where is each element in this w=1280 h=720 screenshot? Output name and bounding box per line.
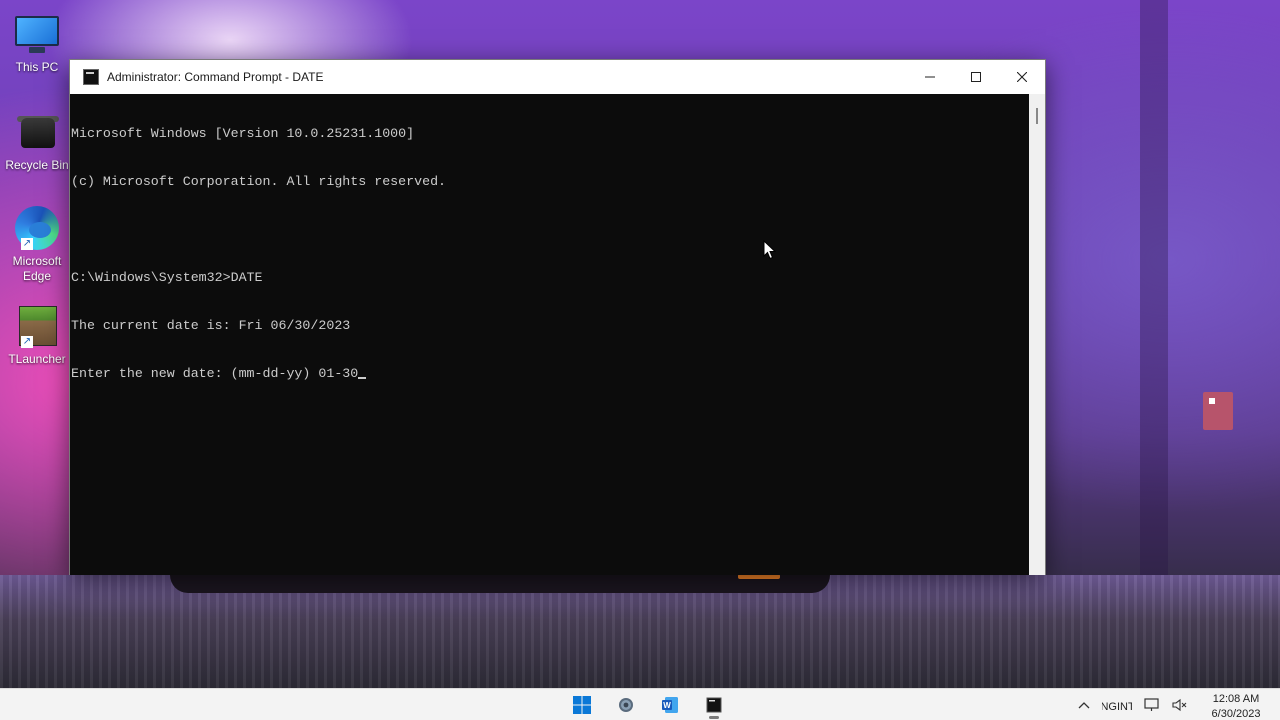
desktop-icon-tlauncher[interactable]: ↗ TLauncher: [4, 302, 70, 367]
desktop-icon-this-pc[interactable]: This PC: [4, 10, 70, 75]
command-prompt-window[interactable]: Administrator: Command Prompt - DATE Mic…: [69, 59, 1046, 575]
wallpaper-beam: [1140, 0, 1168, 575]
taskbar-word-button[interactable]: W: [648, 689, 692, 720]
recycle-bin-icon: [13, 108, 61, 156]
console-line: C:\Windows\System32>DATE: [71, 270, 263, 285]
desktop-icon-label: TLauncher: [8, 352, 66, 366]
tlauncher-icon: ↗: [13, 302, 61, 350]
console-line: (c) Microsoft Corporation. All rights re…: [71, 174, 447, 189]
maximize-icon: [971, 72, 981, 82]
clock-time: 12:08 AM: [1212, 693, 1260, 705]
taskbar-settings-button[interactable]: [604, 689, 648, 720]
show-hidden-icons-button[interactable]: [1078, 701, 1090, 709]
desktop-icon-label: This PC: [15, 60, 59, 74]
wallpaper-car: [170, 575, 830, 593]
this-pc-icon: [13, 10, 61, 58]
volume-button[interactable]: [1172, 698, 1188, 712]
taskbar-clock[interactable]: 12:08 AM 6/30/2023: [1200, 690, 1272, 720]
word-icon: W: [662, 697, 678, 713]
network-icon: [1144, 698, 1159, 711]
console-prompt-text: Enter the new date: (mm-dd-yy) 01-30: [71, 366, 359, 381]
scrollbar-thumb[interactable]: [1036, 108, 1038, 124]
mouse-pointer-icon: [763, 240, 777, 260]
edge-icon: ↗: [13, 204, 61, 252]
close-icon: [1017, 72, 1027, 82]
network-status-button[interactable]: [1144, 698, 1160, 712]
console-input-line[interactable]: Enter the new date: (mm-dd-yy) 01-30: [71, 366, 1030, 382]
vertical-scrollbar[interactable]: [1029, 94, 1045, 575]
taskbar-apps: W: [560, 689, 736, 720]
wallpaper-fire-alarm: [1203, 392, 1233, 430]
window-titlebar[interactable]: Administrator: Command Prompt - DATE: [70, 60, 1045, 94]
minimize-icon: [925, 76, 935, 78]
language-code: ENG: [1102, 700, 1117, 713]
windows-start-icon: [573, 696, 591, 714]
command-prompt-icon: [706, 697, 722, 713]
desktop-icon-edge[interactable]: ↗ Microsoft Edge: [4, 204, 70, 284]
minimize-button[interactable]: [907, 60, 953, 94]
desktop-icon-label: Microsoft Edge: [12, 254, 62, 283]
language-indicator[interactable]: ENG INTL: [1102, 690, 1132, 720]
taskbar: W ENG INTL 12:08 AM 6/30/2023: [0, 688, 1280, 720]
desktop-icon-label: Recycle Bin: [5, 158, 69, 172]
clock-date: 6/30/2023: [1211, 708, 1261, 720]
command-prompt-icon: [83, 69, 99, 85]
console-line: The current date is: Fri 06/30/2023: [71, 318, 351, 333]
console-output[interactable]: Microsoft Windows [Version 10.0.25231.10…: [70, 94, 1030, 575]
maximize-button[interactable]: [953, 60, 999, 94]
chevron-up-icon: [1078, 702, 1090, 709]
start-button[interactable]: [560, 689, 604, 720]
volume-muted-icon: [1172, 698, 1187, 712]
settings-gear-icon: [619, 698, 633, 712]
close-button[interactable]: [999, 60, 1045, 94]
text-cursor: [358, 377, 367, 379]
svg-text:W: W: [663, 701, 671, 710]
window-title: Administrator: Command Prompt - DATE: [107, 70, 324, 84]
console-line: Microsoft Windows [Version 10.0.25231.10…: [71, 126, 415, 141]
system-tray: ENG INTL 12:08 AM 6/30/2023: [1078, 689, 1280, 720]
taskbar-command-prompt-button[interactable]: [692, 689, 736, 720]
keyboard-layout: INTL: [1117, 700, 1132, 713]
desktop-icon-recycle-bin[interactable]: Recycle Bin: [4, 108, 70, 173]
